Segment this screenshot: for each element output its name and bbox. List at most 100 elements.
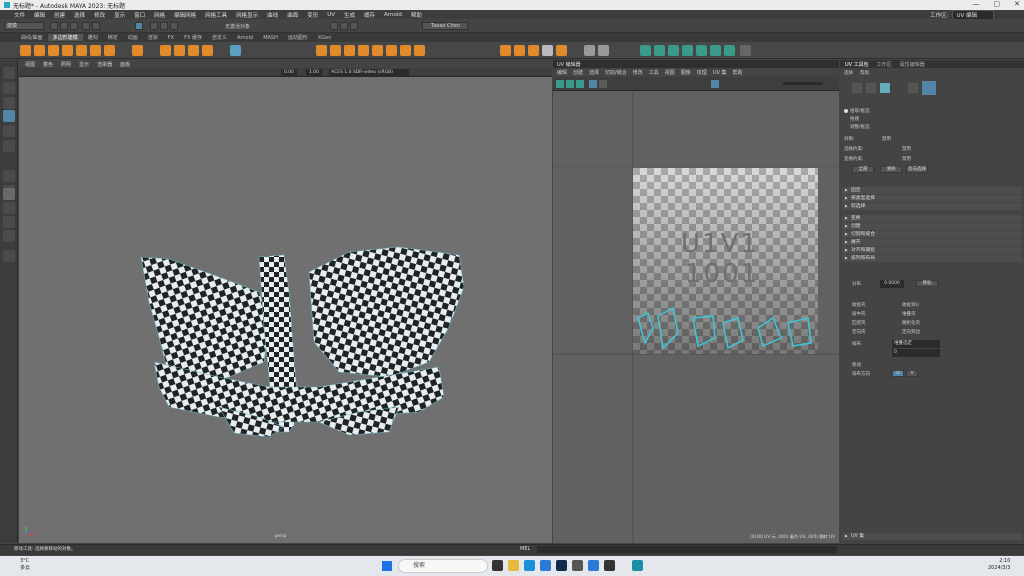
center-shells-button[interactable]: 居中壳: [852, 311, 866, 317]
app-icon-c[interactable]: [604, 560, 615, 571]
uv-flip-icon[interactable]: [566, 80, 574, 88]
section-unfold[interactable]: 展开: [842, 239, 1022, 246]
sew-uv-icon[interactable]: [724, 45, 735, 56]
uv-exposure-slider[interactable]: [783, 82, 823, 85]
menu-window[interactable]: 窗口: [134, 11, 145, 19]
lasso-tool-icon[interactable]: [3, 82, 15, 94]
uv-checker-mesh[interactable]: [19, 77, 552, 543]
transform-constraint-value[interactable]: 禁用: [902, 156, 911, 162]
viewport-menu-lighting[interactable]: 照明: [61, 61, 71, 68]
outliner-layout-icon[interactable]: [3, 188, 15, 200]
uv-menu-image[interactable]: 图像: [681, 69, 691, 76]
distribute-target-button[interactable]: 目标: [916, 280, 938, 287]
section-pin[interactable]: 固定: [842, 187, 1022, 194]
clear-button[interactable]: 清除: [880, 166, 902, 173]
uv-menu-modify[interactable]: 修改: [633, 69, 643, 76]
snap-curve-icon[interactable]: [160, 22, 168, 30]
move-check-label[interactable]: 移动: [852, 362, 861, 368]
tab-workspace[interactable]: 工作区: [877, 61, 892, 68]
maya-taskbar-icon[interactable]: [632, 560, 643, 571]
menu-modify[interactable]: 修改: [94, 11, 105, 19]
photoshop-icon[interactable]: [556, 560, 567, 571]
edge-icon[interactable]: [524, 560, 535, 571]
start-icon[interactable]: [382, 561, 392, 571]
shelf-tab-animation[interactable]: 动画: [123, 34, 143, 41]
rotate-tool-icon[interactable]: [3, 125, 15, 137]
select-mode-icon[interactable]: [135, 22, 143, 30]
vertex-mode-icon[interactable]: [852, 83, 862, 93]
store-icon[interactable]: [540, 560, 551, 571]
shelf-tab-rigging[interactable]: 绑定: [103, 34, 123, 41]
maximize-button[interactable]: ▢: [994, 0, 1001, 8]
match-shells-button[interactable]: 匹配壳: [852, 320, 866, 326]
section-uv-sets[interactable]: UV 集: [842, 533, 1022, 540]
tab-attribute-editor[interactable]: 属性编辑器: [900, 61, 925, 68]
gather-to-u-button[interactable]: 收拢到U: [902, 302, 919, 308]
minimize-button[interactable]: —: [973, 0, 980, 8]
menu-generate[interactable]: 生成: [344, 11, 355, 19]
shelf-tab-fx-caching[interactable]: FX 缓存: [179, 34, 207, 41]
uv-shell-selected-icon[interactable]: [922, 81, 936, 95]
spherical-map-icon[interactable]: [696, 45, 707, 56]
mel-label[interactable]: MEL: [520, 546, 530, 552]
menu-surfaces[interactable]: 曲面: [287, 11, 298, 19]
poly-cone-icon[interactable]: [62, 45, 73, 56]
viewport-menu-panels[interactable]: 面板: [120, 61, 130, 68]
uv-menu-help[interactable]: 帮助: [732, 69, 742, 76]
uv-menu-cut-sew[interactable]: 切割/缝合: [605, 69, 627, 76]
fill-hole-icon[interactable]: [372, 45, 383, 56]
section-align-snap[interactable]: 对齐和捕捉: [842, 247, 1022, 254]
direction-u-button[interactable]: U: [892, 370, 904, 377]
mode-dropdown[interactable]: 建模: [4, 22, 44, 30]
uv-menu-uvsets[interactable]: UV 集: [713, 69, 727, 76]
menu-edit-mesh[interactable]: 编辑网格: [174, 11, 196, 19]
checker-icon[interactable]: [542, 45, 553, 56]
shelf-tab-curves[interactable]: 曲线/曲面: [16, 34, 48, 41]
super-shape-icon[interactable]: [132, 45, 143, 56]
menu-deform[interactable]: 变形: [307, 11, 318, 19]
menu-help[interactable]: 帮助: [411, 11, 422, 19]
weather-widget[interactable]: 3°C 多云: [8, 558, 30, 572]
menu-mesh-display[interactable]: 网格显示: [236, 11, 258, 19]
bridge-icon[interactable]: [330, 45, 341, 56]
system-clock[interactable]: 2:10 2024/3/3: [988, 558, 1010, 572]
section-create[interactable]: 创建: [842, 223, 1022, 230]
menu-display[interactable]: 显示: [114, 11, 125, 19]
taskview-icon[interactable]: [492, 560, 503, 571]
radio-drag[interactable]: 拖拽: [850, 116, 859, 122]
planar-map-icon[interactable]: [668, 45, 679, 56]
reduce-icon[interactable]: [514, 45, 525, 56]
layout-mode-dropdown[interactable]: 堆叠选定: [892, 340, 940, 348]
taskbar-search[interactable]: 搜索: [398, 559, 488, 573]
menu-cache[interactable]: 缓存: [364, 11, 375, 19]
poly-cube-icon[interactable]: [34, 45, 45, 56]
mirror-icon[interactable]: [528, 45, 539, 56]
uv-shell-mode-icon[interactable]: [880, 83, 890, 93]
uv-checker-toggle-icon[interactable]: [711, 80, 719, 88]
uv-editor-viewport[interactable]: U1V1 1001: [553, 91, 839, 543]
gamma-field[interactable]: 1.00: [306, 69, 322, 76]
menu-uv[interactable]: UV: [327, 12, 335, 18]
radio-tweak-marquee[interactable]: 调整/框选: [850, 124, 870, 130]
poly-type-icon[interactable]: [174, 45, 185, 56]
select-tool-icon[interactable]: [3, 67, 15, 79]
uv-editor-icon[interactable]: [556, 45, 567, 56]
viewport-menu-show[interactable]: 显示: [79, 61, 89, 68]
user-account-button[interactable]: Taoao Chen: [422, 22, 468, 30]
menu-curves[interactable]: 曲线: [267, 11, 278, 19]
combine-icon[interactable]: [230, 45, 241, 56]
snap-grid-icon[interactable]: [150, 22, 158, 30]
scale-tool-icon[interactable]: [3, 140, 15, 152]
shelf-tab-poly-modeling[interactable]: 多边形建模: [47, 34, 83, 41]
stack-shells-button[interactable]: 堆叠壳: [902, 311, 916, 317]
uv-menu-edit[interactable]: 编辑: [557, 69, 567, 76]
edge-mode-icon[interactable]: [866, 83, 876, 93]
invert-select-button[interactable]: 反向选择: [906, 166, 928, 173]
toolkit-menu-help[interactable]: 帮助: [860, 70, 869, 76]
search-icon[interactable]: [3, 250, 15, 262]
open-scene-icon[interactable]: [60, 22, 68, 30]
new-scene-icon[interactable]: [50, 22, 58, 30]
uv-grid-icon[interactable]: [589, 80, 597, 88]
direction-v-button[interactable]: V: [906, 370, 918, 377]
poly-plane-icon[interactable]: [90, 45, 101, 56]
